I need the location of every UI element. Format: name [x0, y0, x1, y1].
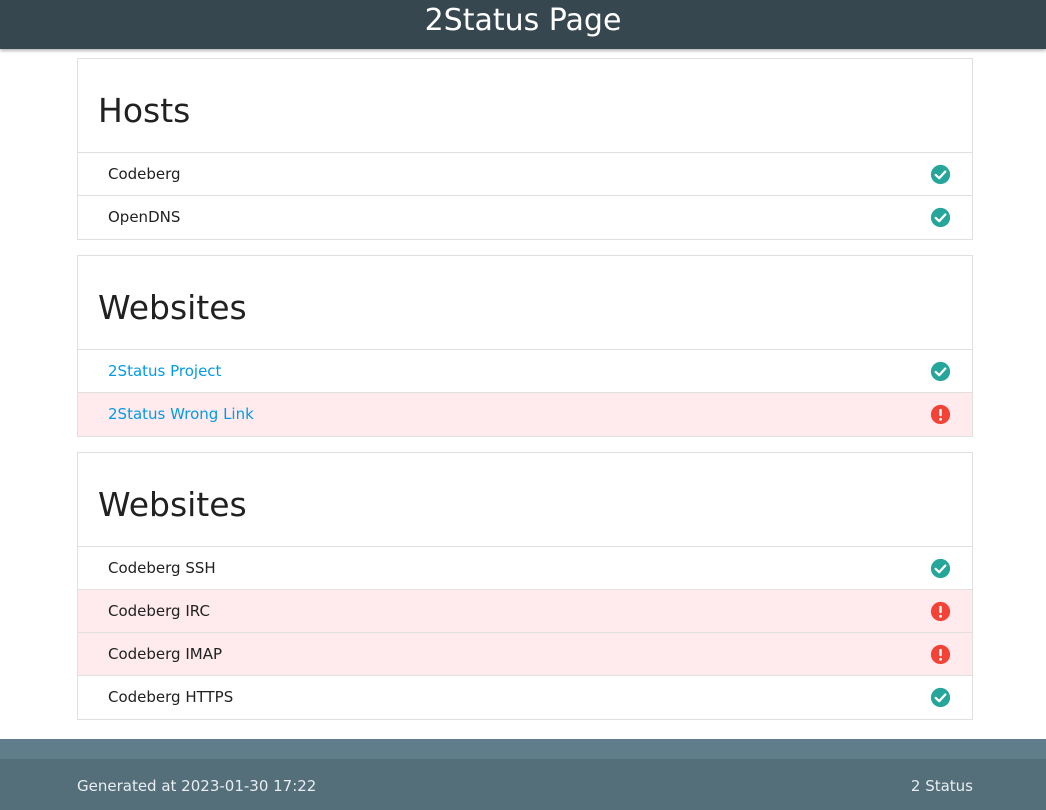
section-header: Hosts [78, 59, 972, 153]
section-header: Websites [78, 453, 972, 547]
page-footer: Generated at 2023-01-30 17:22 2 Status [0, 739, 1046, 810]
status-row-label: Codeberg SSH [108, 559, 216, 577]
generated-timestamp: Generated at 2023-01-30 17:22 [77, 777, 317, 795]
status-row-label: Codeberg HTTPS [108, 688, 234, 706]
check-circle-icon [930, 207, 951, 228]
alert-circle-icon [930, 644, 951, 665]
status-row-opendns: OpenDNS [78, 196, 972, 239]
section-title: Websites [98, 485, 247, 524]
status-row-label: Codeberg IMAP [108, 645, 223, 663]
check-circle-icon [930, 558, 951, 579]
section-title: Websites [98, 288, 247, 327]
status-row-2status-wrong-link: 2Status Wrong Link [78, 393, 972, 436]
page-header: 2Status Page [0, 0, 1046, 49]
status-row-link[interactable]: 2Status Project [108, 350, 221, 393]
section-title: Hosts [98, 91, 191, 130]
footer-brand: 2 Status [910, 777, 973, 795]
check-circle-icon [930, 361, 951, 382]
status-row-link[interactable]: 2Status Wrong Link [108, 393, 254, 436]
section-websites-services: Websites Codeberg SSH Codeberg IRC Codeb… [77, 452, 973, 720]
status-row-codeberg-https: Codeberg HTTPS [78, 676, 972, 719]
section-header: Websites [78, 256, 972, 350]
alert-circle-icon [930, 404, 951, 425]
status-row-codeberg-irc: Codeberg IRC [78, 590, 972, 633]
status-row-codeberg-imap: Codeberg IMAP [78, 633, 972, 676]
section-websites: Websites 2Status Project 2Status Wrong L… [77, 255, 973, 437]
main-content: Hosts Codeberg OpenDNS Websites 2Status … [77, 58, 973, 735]
check-circle-icon [930, 164, 951, 185]
alert-circle-icon [930, 601, 951, 622]
check-circle-icon [930, 687, 951, 708]
status-row-2status-project: 2Status Project [78, 350, 972, 393]
status-row-codeberg: Codeberg [78, 153, 972, 196]
status-row-label: Codeberg IRC [108, 602, 210, 620]
section-hosts: Hosts Codeberg OpenDNS [77, 58, 973, 240]
status-row-codeberg-ssh: Codeberg SSH [78, 547, 972, 590]
page-title: 2Status Page [424, 3, 622, 38]
status-row-label: Codeberg [108, 165, 181, 183]
status-row-label: OpenDNS [108, 208, 181, 226]
